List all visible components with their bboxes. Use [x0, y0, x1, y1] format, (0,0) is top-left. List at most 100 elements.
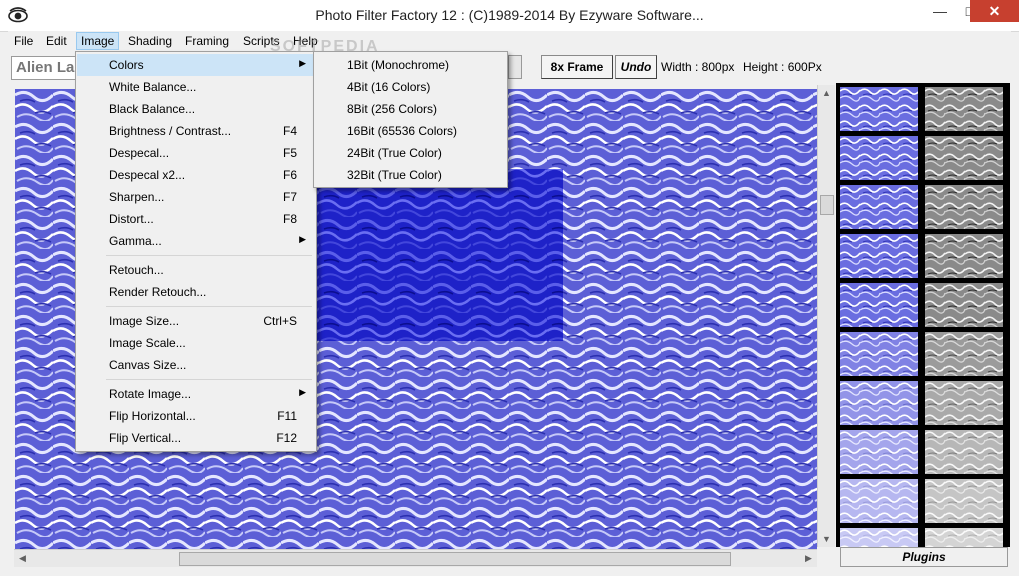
menu-item-despecal-x2[interactable]: Despecal x2... F6 — [77, 164, 315, 186]
menu-item-label: 32Bit (True Color) — [347, 168, 442, 182]
plugins-button[interactable]: Plugins — [840, 547, 1008, 567]
menu-item-colors[interactable]: Colors ▶ — [77, 54, 315, 76]
filter-thumbnail[interactable] — [925, 332, 1003, 376]
filter-thumbnail[interactable] — [925, 430, 1003, 474]
color-depth-32bit[interactable]: 32Bit (True Color) — [315, 164, 506, 186]
menu-item-black-balance[interactable]: Black Balance... — [77, 98, 315, 120]
menu-item-label: Distort... — [109, 212, 154, 226]
image-height-label: Height : 600Px — [743, 60, 822, 74]
filter-thumbnail[interactable] — [840, 185, 918, 229]
menu-item-label: Black Balance... — [109, 102, 196, 116]
menu-item-shortcut: F11 — [277, 409, 297, 423]
menu-item-label: Image Scale... — [109, 336, 186, 350]
scroll-left-icon[interactable]: ◀ — [14, 550, 31, 566]
menu-item-flip-vertical[interactable]: Flip Vertical... F12 — [77, 427, 315, 449]
menu-item-shortcut: F12 — [276, 431, 297, 445]
image-menu: Colors ▶ White Balance... Black Balance.… — [75, 51, 317, 452]
filter-thumbnail[interactable] — [840, 332, 918, 376]
menu-item-gamma[interactable]: Gamma... ▶ — [77, 230, 315, 252]
close-button[interactable]: ✕ — [970, 0, 1019, 22]
menu-item-shortcut: F4 — [282, 124, 297, 138]
scroll-down-icon[interactable]: ▼ — [818, 531, 835, 547]
menu-shading[interactable]: Shading — [124, 33, 176, 49]
color-depth-16bit[interactable]: 16Bit (65536 Colors) — [315, 120, 506, 142]
menu-file[interactable]: File — [10, 33, 37, 49]
menu-item-label: Render Retouch... — [109, 285, 207, 299]
filter-thumbnail[interactable] — [925, 381, 1003, 425]
filter-thumbnail[interactable] — [840, 528, 918, 547]
menu-item-shortcut: F7 — [282, 190, 297, 204]
menu-item-shortcut: F8 — [282, 212, 297, 226]
filter-thumbnail[interactable] — [840, 234, 918, 278]
menu-separator — [106, 306, 312, 307]
filter-thumbnail[interactable] — [925, 136, 1003, 180]
filter-thumbnail[interactable] — [840, 430, 918, 474]
menu-item-label: Sharpen... — [109, 190, 165, 204]
menu-item-white-balance[interactable]: White Balance... — [77, 76, 315, 98]
menu-item-shortcut: Ctrl+S — [263, 314, 297, 328]
filter-thumbnail[interactable] — [925, 185, 1003, 229]
watermark-text: SOFTPEDIA — [270, 38, 380, 55]
submenu-arrow-icon: ▶ — [299, 234, 306, 244]
submenu-arrow-icon: ▶ — [299, 58, 306, 68]
color-depth-8bit[interactable]: 8Bit (256 Colors) — [315, 98, 506, 120]
minimize-button[interactable]: — — [923, 0, 957, 22]
menu-edit[interactable]: Edit — [42, 33, 71, 49]
undo-button[interactable]: Undo — [615, 55, 657, 79]
menu-item-render-retouch[interactable]: Render Retouch... — [77, 281, 315, 303]
menu-item-image-size[interactable]: Image Size... Ctrl+S — [77, 310, 315, 332]
filter-thumbnail[interactable] — [925, 479, 1003, 523]
menu-item-label: Despecal x2... — [109, 168, 186, 182]
filter-thumbnail[interactable] — [840, 479, 918, 523]
filter-thumbnail[interactable] — [925, 283, 1003, 327]
vertical-scrollbar[interactable]: ▲ ▼ — [817, 85, 835, 547]
filter-thumbnail[interactable] — [925, 87, 1003, 131]
menu-item-label: Despecal... — [109, 146, 170, 160]
menu-item-label: White Balance... — [109, 80, 197, 94]
menu-item-flip-horizontal[interactable]: Flip Horizontal... F11 — [77, 405, 315, 427]
vertical-scroll-thumb[interactable] — [820, 195, 834, 215]
menu-framing[interactable]: Framing — [181, 33, 233, 49]
menu-item-distort[interactable]: Distort... F8 — [77, 208, 315, 230]
submenu-arrow-icon: ▶ — [299, 387, 306, 397]
menu-item-image-scale[interactable]: Image Scale... — [77, 332, 315, 354]
menu-item-label: 16Bit (65536 Colors) — [347, 124, 458, 138]
menu-item-label: Flip Vertical... — [109, 431, 182, 445]
filter-thumbnail[interactable] — [840, 381, 918, 425]
menu-item-label: Brightness / Contrast... — [109, 124, 232, 138]
filter-thumbnails-panel — [836, 83, 1010, 547]
colors-submenu: 1Bit (Monochrome) 4Bit (16 Colors) 8Bit … — [313, 51, 508, 188]
menu-item-shortcut: F6 — [282, 168, 297, 182]
menu-item-shortcut: F5 — [282, 146, 297, 160]
menu-item-rotate-image[interactable]: Rotate Image... ▶ — [77, 383, 315, 405]
horizontal-scrollbar[interactable]: ◀ ▶ — [14, 549, 817, 567]
toolbar-slider[interactable] — [508, 55, 522, 79]
filter-thumbnail[interactable] — [925, 234, 1003, 278]
menu-item-label: Canvas Size... — [109, 358, 187, 372]
menu-item-label: Image Size... — [109, 314, 180, 328]
image-width-label: Width : 800px — [661, 60, 735, 74]
filter-thumbnail[interactable] — [840, 87, 918, 131]
filter-thumbnail[interactable] — [840, 283, 918, 327]
filter-name-field[interactable]: Alien Landscape — [11, 56, 85, 80]
menu-item-canvas-size[interactable]: Canvas Size... — [77, 354, 315, 376]
menu-item-label: 8Bit (256 Colors) — [347, 102, 438, 116]
filter-thumbnail[interactable] — [840, 136, 918, 180]
scroll-right-icon[interactable]: ▶ — [800, 550, 817, 566]
horizontal-scroll-thumb[interactable] — [179, 552, 731, 566]
filter-thumbnail[interactable] — [925, 528, 1003, 547]
menu-image[interactable]: Image — [76, 32, 120, 50]
color-depth-1bit[interactable]: 1Bit (Monochrome) — [315, 54, 506, 76]
menu-item-label: Flip Horizontal... — [109, 409, 196, 423]
frame-button[interactable]: 8x Frame — [541, 55, 613, 79]
color-depth-24bit[interactable]: 24Bit (True Color) — [315, 142, 506, 164]
scroll-up-icon[interactable]: ▲ — [818, 85, 835, 101]
menu-separator — [106, 255, 312, 256]
menu-item-brightness-contrast[interactable]: Brightness / Contrast... F4 — [77, 120, 315, 142]
menu-item-sharpen[interactable]: Sharpen... F7 — [77, 186, 315, 208]
menu-item-despecal[interactable]: Despecal... F5 — [77, 142, 315, 164]
title-bar: Photo Filter Factory 12 : (C)1989-2014 B… — [0, 0, 1019, 32]
menu-bar: File Edit Image Shading Framing Scripts … — [8, 31, 1011, 51]
menu-item-retouch[interactable]: Retouch... — [77, 259, 315, 281]
color-depth-4bit[interactable]: 4Bit (16 Colors) — [315, 76, 506, 98]
